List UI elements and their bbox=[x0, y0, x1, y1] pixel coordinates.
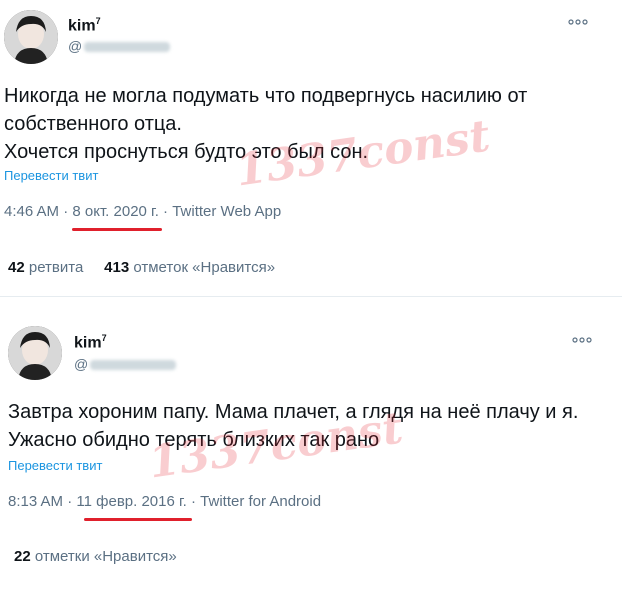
tweet-time[interactable]: 4:46 AM bbox=[4, 203, 59, 220]
date-underline bbox=[84, 518, 192, 521]
more-options-icon[interactable] bbox=[568, 14, 588, 32]
retweets-stat[interactable]: 42 ретвита bbox=[8, 259, 83, 276]
likes-stat[interactable]: 22 отметки «Нравится» bbox=[14, 548, 177, 565]
author-name[interactable]: kim7 bbox=[74, 333, 107, 352]
author-handle[interactable]: @ bbox=[74, 356, 177, 372]
blurred-handle bbox=[90, 360, 177, 371]
translate-link[interactable]: Перевести твит bbox=[8, 458, 102, 473]
more-options-icon[interactable] bbox=[572, 332, 592, 350]
likes-stat[interactable]: 413 отметок «Нравится» bbox=[104, 259, 275, 276]
blurred-handle bbox=[84, 42, 171, 53]
tweet-text: Никогда не могла подумать что подвергнус… bbox=[4, 85, 528, 163]
author-name[interactable]: kim7 bbox=[68, 16, 101, 35]
avatar[interactable] bbox=[8, 326, 62, 380]
tweet-2: kim7 @ Завтра хороним папу. Мама плачет,… bbox=[0, 310, 622, 590]
tweet-date[interactable]: 11 февр. 2016 г. bbox=[76, 493, 186, 510]
tweet-time[interactable]: 8:13 AM bbox=[8, 493, 63, 510]
date-underline bbox=[72, 228, 162, 231]
tweet-stats: 42 ретвита 413 отметок «Нравится» bbox=[8, 259, 275, 276]
tweet-meta: 4:46 AM · 8 окт. 2020 г. · Twitter Web A… bbox=[4, 203, 282, 220]
tweet-source[interactable]: Twitter Web App bbox=[172, 203, 281, 220]
tweet-text: Завтра хороним папу. Мама плачет, а гляд… bbox=[8, 401, 584, 451]
tweet-stats: 22 отметки «Нравится» bbox=[14, 548, 177, 565]
translate-link[interactable]: Перевести твит bbox=[4, 168, 98, 183]
avatar[interactable] bbox=[4, 10, 58, 64]
tweet-source[interactable]: Twitter for Android bbox=[200, 493, 321, 510]
author-handle[interactable]: @ bbox=[68, 38, 171, 54]
tweet-meta: 8:13 AM · 11 февр. 2016 г. · Twitter for… bbox=[8, 493, 322, 510]
tweet-date[interactable]: 8 окт. 2020 г. bbox=[72, 203, 158, 220]
tweet-1: kim7 @ Никогда не могла подумать что под… bbox=[0, 0, 622, 297]
